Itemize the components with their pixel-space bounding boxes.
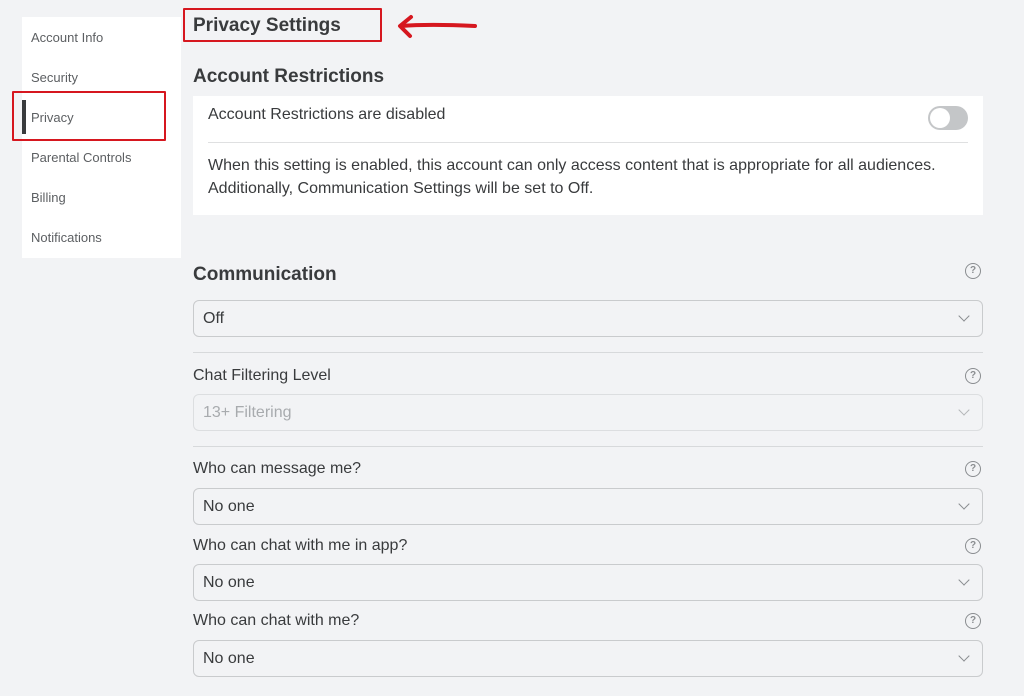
who-can-chat-select[interactable]: No one xyxy=(193,640,983,677)
help-icon[interactable]: ? xyxy=(965,368,981,384)
select-value: No one xyxy=(203,573,255,591)
toggle-knob xyxy=(930,108,950,128)
sidebar-item-label: Parental Controls xyxy=(31,149,132,165)
account-restrictions-status: Account Restrictions are disabled xyxy=(208,106,446,123)
divider xyxy=(208,142,968,143)
divider xyxy=(193,352,983,353)
who-can-chat-in-app-label: Who can chat with me in app? xyxy=(193,537,408,554)
help-icon[interactable]: ? xyxy=(965,538,981,554)
sidebar-item-account-info[interactable]: Account Info xyxy=(22,17,181,57)
who-can-message-label: Who can message me? xyxy=(193,460,362,477)
sidebar-item-parental-controls[interactable]: Parental Controls xyxy=(22,137,181,177)
sidebar-item-billing[interactable]: Billing xyxy=(22,177,181,217)
page-title: Privacy Settings xyxy=(193,15,341,36)
account-restrictions-description: When this setting is enabled, this accou… xyxy=(208,157,936,197)
account-restrictions-toggle[interactable] xyxy=(928,106,968,130)
sidebar-item-label: Account Info xyxy=(31,29,104,45)
divider xyxy=(193,446,983,447)
sidebar-item-label: Security xyxy=(31,69,78,85)
who-can-message-select[interactable]: No one xyxy=(193,488,983,525)
help-icon[interactable]: ? xyxy=(965,613,981,629)
account-restrictions-card: Account Restrictions are disabled When t… xyxy=(193,96,983,215)
sidebar-item-label: Billing xyxy=(31,189,66,205)
communication-select[interactable]: Off xyxy=(193,300,983,337)
help-icon[interactable]: ? xyxy=(965,263,981,279)
help-icon[interactable]: ? xyxy=(965,461,981,477)
chevron-down-icon xyxy=(958,574,970,586)
select-value: 13+ Filtering xyxy=(203,403,292,421)
chevron-down-icon xyxy=(958,650,970,662)
who-can-chat-in-app-select[interactable]: No one xyxy=(193,564,983,601)
sidebar-item-label: Notifications xyxy=(31,229,102,245)
sidebar-item-notifications[interactable]: Notifications xyxy=(22,217,181,257)
annotation-arrow-icon xyxy=(398,15,477,38)
chat-filtering-select: 13+ Filtering xyxy=(193,394,983,431)
chevron-down-icon xyxy=(958,404,970,416)
communication-title: Communication xyxy=(193,264,337,285)
chevron-down-icon xyxy=(958,310,970,322)
select-value: No one xyxy=(203,497,255,515)
select-value: Off xyxy=(203,309,225,327)
annotation-highlight-privacy xyxy=(12,91,166,141)
chevron-down-icon xyxy=(958,498,970,510)
who-can-chat-label: Who can chat with me? xyxy=(193,612,360,629)
account-restrictions-title: Account Restrictions xyxy=(193,66,385,87)
select-value: No one xyxy=(203,649,255,667)
chat-filtering-label: Chat Filtering Level xyxy=(193,367,331,384)
